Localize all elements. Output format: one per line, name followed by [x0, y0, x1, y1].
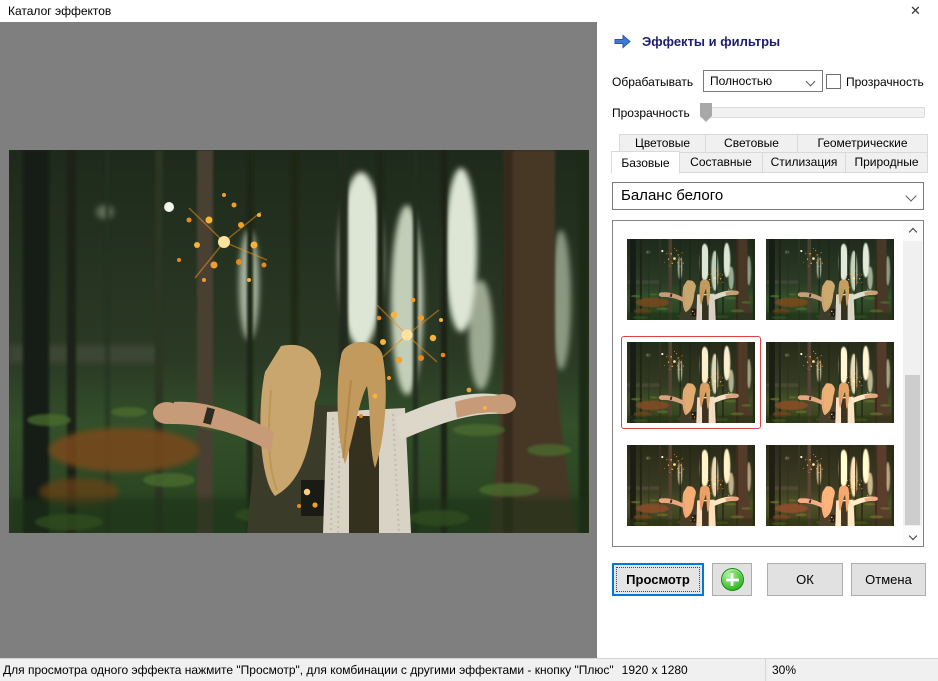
chevron-down-icon	[908, 532, 916, 540]
status-bar: Для просмотра одного эффекта нажмите "Пр…	[0, 658, 938, 681]
tab-bazovye[interactable]: Базовые	[611, 151, 680, 174]
preview-button[interactable]: Просмотр	[612, 563, 704, 596]
process-mode-value: Полностью	[710, 74, 772, 88]
process-label: Обрабатывать	[612, 75, 693, 89]
transparency-slider-row: Прозрачность	[597, 103, 938, 127]
effect-thumbnail-4[interactable]	[766, 342, 894, 423]
tab-geometricheskie[interactable]: Геометрические	[797, 134, 928, 153]
effect-thumbnail-2[interactable]	[766, 239, 894, 320]
tab-svetovye[interactable]: Световые	[705, 134, 798, 153]
scroll-up-button[interactable]	[903, 222, 922, 241]
chevron-down-icon	[905, 190, 916, 201]
chevron-down-icon	[806, 77, 816, 87]
ok-button-label: ОК	[796, 572, 814, 587]
effect-select[interactable]: Баланс белого	[612, 182, 924, 210]
effects-panel: Эффекты и фильтры Обрабатывать Полностью…	[597, 22, 938, 658]
image-preview-area	[0, 22, 597, 658]
plus-icon	[721, 568, 744, 591]
effect-thumbnail-5[interactable]	[627, 445, 755, 526]
blue-arrow-icon	[614, 34, 631, 49]
tab-prirodnye[interactable]: Природные	[845, 152, 928, 173]
effect-thumbnail-3-selected[interactable]	[627, 342, 755, 423]
button-bar: Просмотр ОК Отмена	[597, 563, 938, 596]
add-effect-button[interactable]	[712, 563, 752, 596]
panel-header: Эффекты и фильтры	[614, 34, 780, 49]
zoom-level-value: 30%	[772, 663, 796, 677]
transparency-checkbox-label: Прозрачность	[846, 75, 924, 89]
transparency-checkbox[interactable]	[826, 74, 841, 89]
tab-sostavnye[interactable]: Составные	[679, 152, 763, 173]
effects-catalog-dialog: Каталог эффектов ✕ Эффекты и фильтры Обр…	[0, 0, 938, 681]
transparency-slider-track[interactable]	[700, 107, 925, 118]
status-hint-section: Для просмотра одного эффекта нажмите "Пр…	[0, 659, 765, 681]
effect-select-value: Баланс белого	[621, 187, 723, 204]
zoom-level-section: 30%	[765, 659, 938, 681]
transparency-slider-label: Прозрачность	[612, 106, 690, 120]
scrollbar-thumb[interactable]	[905, 375, 920, 525]
image-size-value: 1920 x 1280	[622, 663, 688, 677]
chevron-up-icon	[908, 228, 916, 236]
close-icon[interactable]: ✕	[893, 0, 938, 22]
transparency-slider-thumb[interactable]	[700, 103, 712, 122]
cancel-button[interactable]: Отмена	[851, 563, 926, 596]
effect-thumbnail-1[interactable]	[627, 239, 755, 320]
focus-outline	[616, 567, 700, 592]
ok-button[interactable]: ОК	[767, 563, 843, 596]
vertical-scrollbar[interactable]	[903, 222, 922, 545]
status-hint: Для просмотра одного эффекта нажмите "Пр…	[3, 663, 614, 677]
tab-stilizaciya[interactable]: Стилизация	[762, 152, 846, 173]
cancel-button-label: Отмена	[865, 572, 912, 587]
effect-thumbnail-list	[612, 220, 924, 547]
scroll-down-button[interactable]	[903, 526, 922, 545]
title-bar: Каталог эффектов ✕	[0, 0, 938, 22]
preview-photo	[9, 150, 589, 533]
process-row: Обрабатывать Полностью Прозрачность	[597, 70, 938, 94]
process-mode-select[interactable]: Полностью	[703, 70, 823, 92]
panel-title: Эффекты и фильтры	[642, 34, 780, 49]
window-title: Каталог эффектов	[8, 4, 111, 18]
effect-thumbnail-6[interactable]	[766, 445, 894, 526]
thumbnail-grid	[613, 221, 903, 546]
tab-row-2: Базовые Составные Стилизация Природные	[612, 152, 928, 174]
